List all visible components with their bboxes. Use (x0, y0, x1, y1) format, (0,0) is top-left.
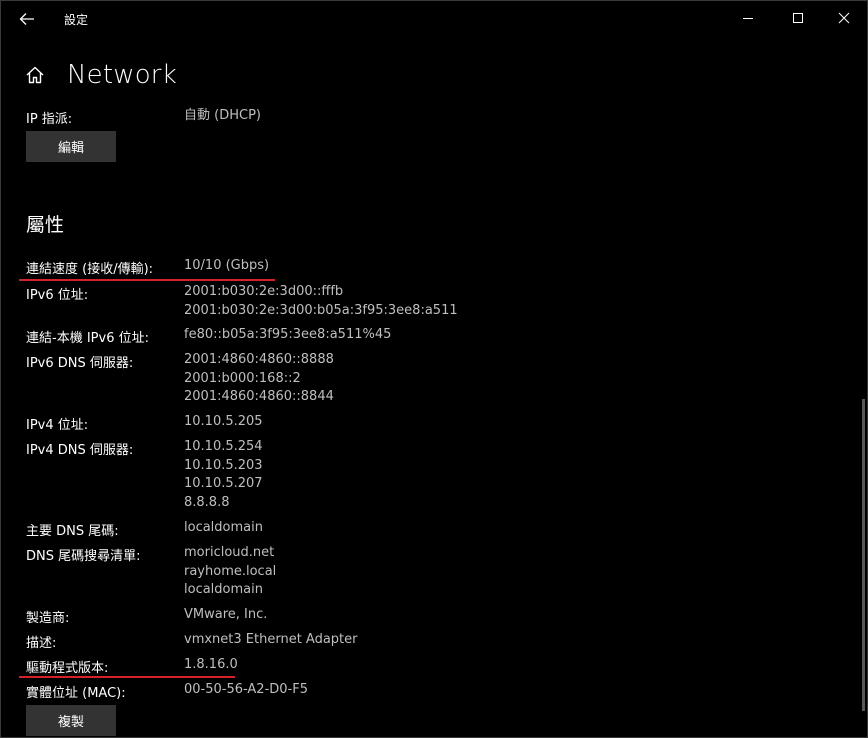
ipv6-dns-values: 2001:4860:4860::8888 2001:b000:168::2 20… (184, 351, 334, 407)
driver-version-value: 1.8.16.0 (184, 657, 238, 672)
edit-button[interactable]: 編輯 (26, 131, 116, 162)
page-header: Network (25, 59, 177, 91)
annotation-underline (19, 676, 235, 678)
close-icon (838, 12, 850, 24)
dns-suffix-search-value: rayhome.local (184, 563, 277, 579)
close-button[interactable] (821, 1, 867, 35)
ipv4-address-value: 10.10.5.205 (184, 414, 263, 429)
link-speed-value: 10/10 (Gbps) (184, 258, 270, 273)
ipv6-address-value: 2001:b030:2e:3d00::fffb (184, 284, 344, 299)
ipv4-dns-values: 10.10.5.254 10.10.5.203 10.10.5.207 8.8.… (184, 438, 263, 512)
ip-assignment-label: IP 指派: (26, 112, 73, 127)
primary-dns-suffix-value: localdomain (184, 520, 263, 535)
description-value: vmxnet3 Ethernet Adapter (184, 632, 358, 647)
ipv6-address-label: IPv6 位址: (26, 288, 89, 303)
ipv6-dns-value: 2001:4860:4860::8888 (184, 352, 334, 367)
minimize-icon (743, 18, 753, 19)
mac-address-value: 00-50-56-A2-D0-F5 (184, 682, 308, 697)
dns-suffix-search-values: moricloud.net rayhome.local localdomain (184, 544, 276, 600)
scrollbar[interactable] (862, 399, 865, 711)
link-local-ipv6-label: 連結-本機 IPv6 位址: (26, 331, 149, 346)
annotation-underline (19, 279, 275, 281)
maximize-button[interactable] (775, 1, 821, 35)
ipv6-dns-value: 2001:b000:168::2 (184, 370, 301, 386)
ip-assignment-value: 自動 (DHCP) (184, 108, 261, 123)
dns-suffix-search-label: DNS 尾碼搜尋清單: (26, 549, 141, 564)
back-arrow-icon[interactable] (17, 9, 37, 29)
ipv4-dns-value: 8.8.8.8 (184, 494, 230, 510)
copy-button[interactable]: 複製 (26, 705, 116, 736)
ipv4-dns-value: 10.10.5.207 (184, 476, 263, 491)
ipv6-address-value: 2001:b030:2e:3d00:b05a:3f95:3ee8:a511 (184, 302, 458, 318)
dns-suffix-search-value: moricloud.net (184, 545, 275, 560)
link-speed-label: 連結速度 (接收/傳輸): (26, 262, 154, 277)
properties-heading: 屬性 (26, 214, 65, 236)
ipv4-address-label: IPv4 位址: (26, 418, 89, 433)
manufacturer-value: VMware, Inc. (184, 607, 268, 622)
ipv4-dns-value: 10.10.5.203 (184, 457, 263, 473)
link-local-ipv6-value: fe80::b05a:3f95:3ee8:a511%45 (184, 327, 392, 342)
home-icon[interactable] (25, 65, 45, 85)
mac-address-label: 實體位址 (MAC): (26, 686, 126, 701)
ipv6-dns-label: IPv6 DNS 伺服器: (26, 356, 134, 371)
maximize-icon (793, 13, 803, 23)
dns-suffix-search-value: localdomain (184, 582, 263, 597)
minimize-button[interactable] (725, 1, 771, 35)
primary-dns-suffix-label: 主要 DNS 尾碼: (26, 524, 119, 539)
page-title: Network (67, 60, 177, 90)
ipv4-dns-value: 10.10.5.254 (184, 439, 263, 454)
ipv6-dns-value: 2001:4860:4860::8844 (184, 389, 334, 404)
window-title: 設定 (64, 13, 89, 27)
driver-version-label: 驅動程式版本: (26, 661, 109, 676)
description-label: 描述: (26, 636, 57, 651)
ipv4-dns-label: IPv4 DNS 伺服器: (26, 443, 134, 458)
ipv6-address-values: 2001:b030:2e:3d00::fffb 2001:b030:2e:3d0… (184, 283, 458, 320)
title-bar: 設定 (1, 1, 868, 35)
manufacturer-label: 製造商: (26, 611, 70, 626)
